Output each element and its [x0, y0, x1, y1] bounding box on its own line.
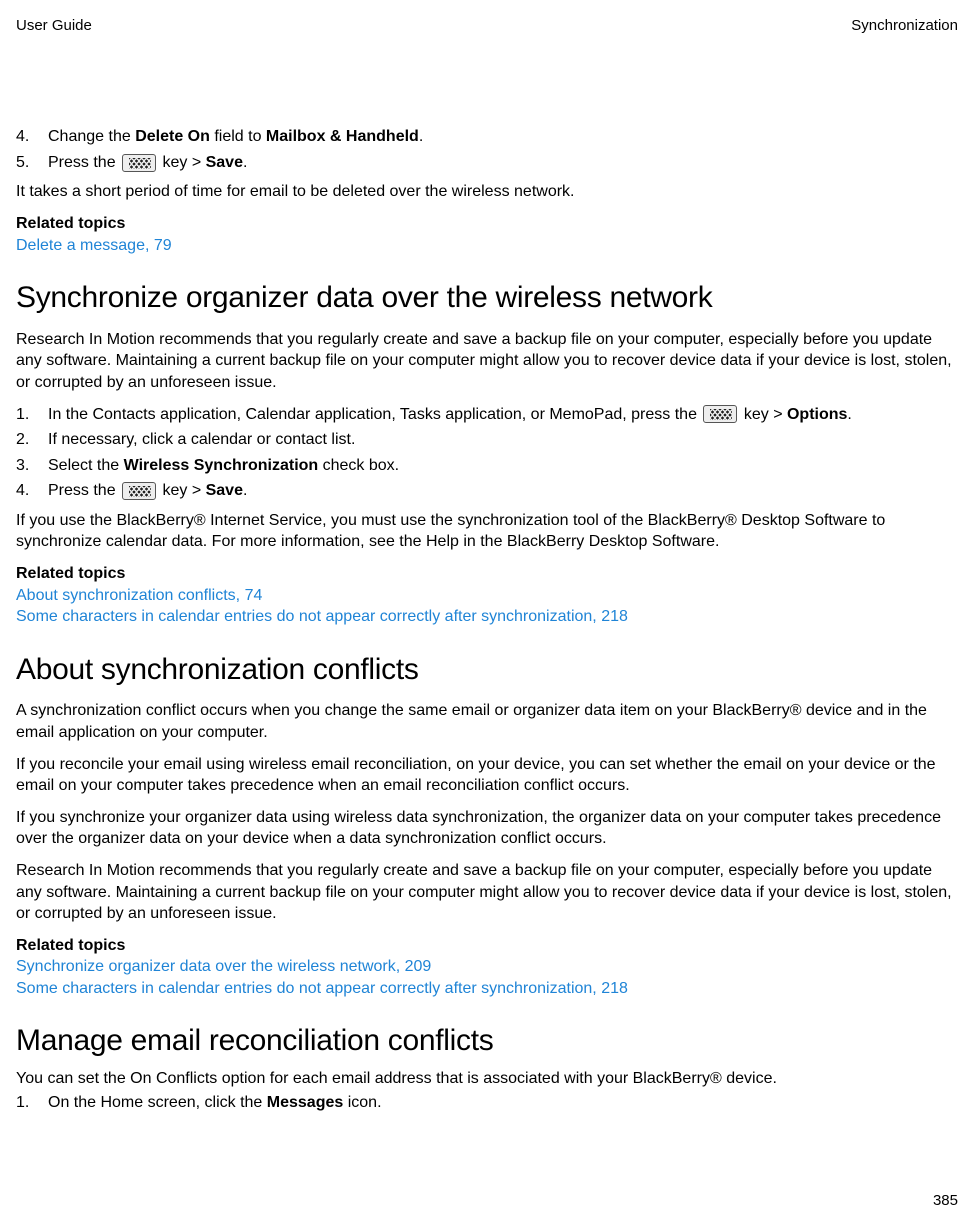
- link-calendar-chars[interactable]: Some characters in calendar entries do n…: [16, 606, 958, 628]
- step-content: Press the key > Save.: [48, 152, 958, 174]
- blackberry-key-icon: [122, 482, 156, 500]
- step-content: Select the Wireless Synchronization chec…: [48, 455, 958, 477]
- step-4: 4. Press the key > Save.: [16, 480, 958, 502]
- paragraph: If you use the BlackBerry® Internet Serv…: [16, 510, 958, 553]
- link-calendar-chars[interactable]: Some characters in calendar entries do n…: [16, 978, 958, 1000]
- step-1: 1. On the Home screen, click the Message…: [16, 1092, 958, 1114]
- link-sync-organizer[interactable]: Synchronize organizer data over the wire…: [16, 956, 958, 978]
- steps-list-1: 1. In the Contacts application, Calendar…: [16, 404, 958, 502]
- blackberry-key-icon: [122, 154, 156, 172]
- step-content: Change the Delete On field to Mailbox & …: [48, 126, 958, 148]
- steps-list-0: 4. Change the Delete On field to Mailbox…: [16, 126, 958, 173]
- related-topics-links: About synchronization conflicts, 74 Some…: [16, 585, 958, 628]
- step-content: Press the key > Save.: [48, 480, 958, 502]
- step-number: 1.: [16, 404, 48, 426]
- heading-sync-organizer: Synchronize organizer data over the wire…: [16, 278, 958, 319]
- header-left: User Guide: [16, 16, 92, 36]
- step-content: If necessary, click a calendar or contac…: [48, 429, 958, 451]
- step-content: On the Home screen, click the Messages i…: [48, 1092, 958, 1114]
- heading-about-sync-conflicts: About synchronization conflicts: [16, 650, 958, 691]
- paragraph: It takes a short period of time for emai…: [16, 181, 958, 203]
- steps-list-3: 1. On the Home screen, click the Message…: [16, 1092, 958, 1114]
- step-2: 2. If necessary, click a calendar or con…: [16, 429, 958, 451]
- related-topics-links: Synchronize organizer data over the wire…: [16, 956, 958, 999]
- paragraph: Research In Motion recommends that you r…: [16, 860, 958, 925]
- paragraph: If you reconcile your email using wirele…: [16, 754, 958, 797]
- related-topics-heading: Related topics: [16, 935, 958, 957]
- header-right: Synchronization: [851, 16, 958, 36]
- step-number: 2.: [16, 429, 48, 451]
- paragraph: If you synchronize your organizer data u…: [16, 807, 958, 850]
- page-number: 385: [933, 1191, 958, 1211]
- related-topics-heading: Related topics: [16, 213, 958, 235]
- related-topics-links: Delete a message, 79: [16, 235, 958, 257]
- page-header: User Guide Synchronization: [16, 16, 958, 36]
- step-4: 4. Change the Delete On field to Mailbox…: [16, 126, 958, 148]
- step-3: 3. Select the Wireless Synchronization c…: [16, 455, 958, 477]
- paragraph: A synchronization conflict occurs when y…: [16, 700, 958, 743]
- step-number: 3.: [16, 455, 48, 477]
- blackberry-key-icon: [703, 405, 737, 423]
- paragraph: You can set the On Conflicts option for …: [16, 1068, 958, 1090]
- related-topics-heading: Related topics: [16, 563, 958, 585]
- step-number: 4.: [16, 480, 48, 502]
- heading-manage-email-conflicts: Manage email reconciliation conflicts: [16, 1021, 958, 1062]
- link-delete-message[interactable]: Delete a message, 79: [16, 237, 172, 254]
- link-about-sync-conflicts[interactable]: About synchronization conflicts, 74: [16, 585, 958, 607]
- step-5: 5. Press the key > Save.: [16, 152, 958, 174]
- step-content: In the Contacts application, Calendar ap…: [48, 404, 958, 426]
- step-number: 4.: [16, 126, 48, 148]
- step-number: 1.: [16, 1092, 48, 1114]
- paragraph: Research In Motion recommends that you r…: [16, 329, 958, 394]
- step-number: 5.: [16, 152, 48, 174]
- step-1: 1. In the Contacts application, Calendar…: [16, 404, 958, 426]
